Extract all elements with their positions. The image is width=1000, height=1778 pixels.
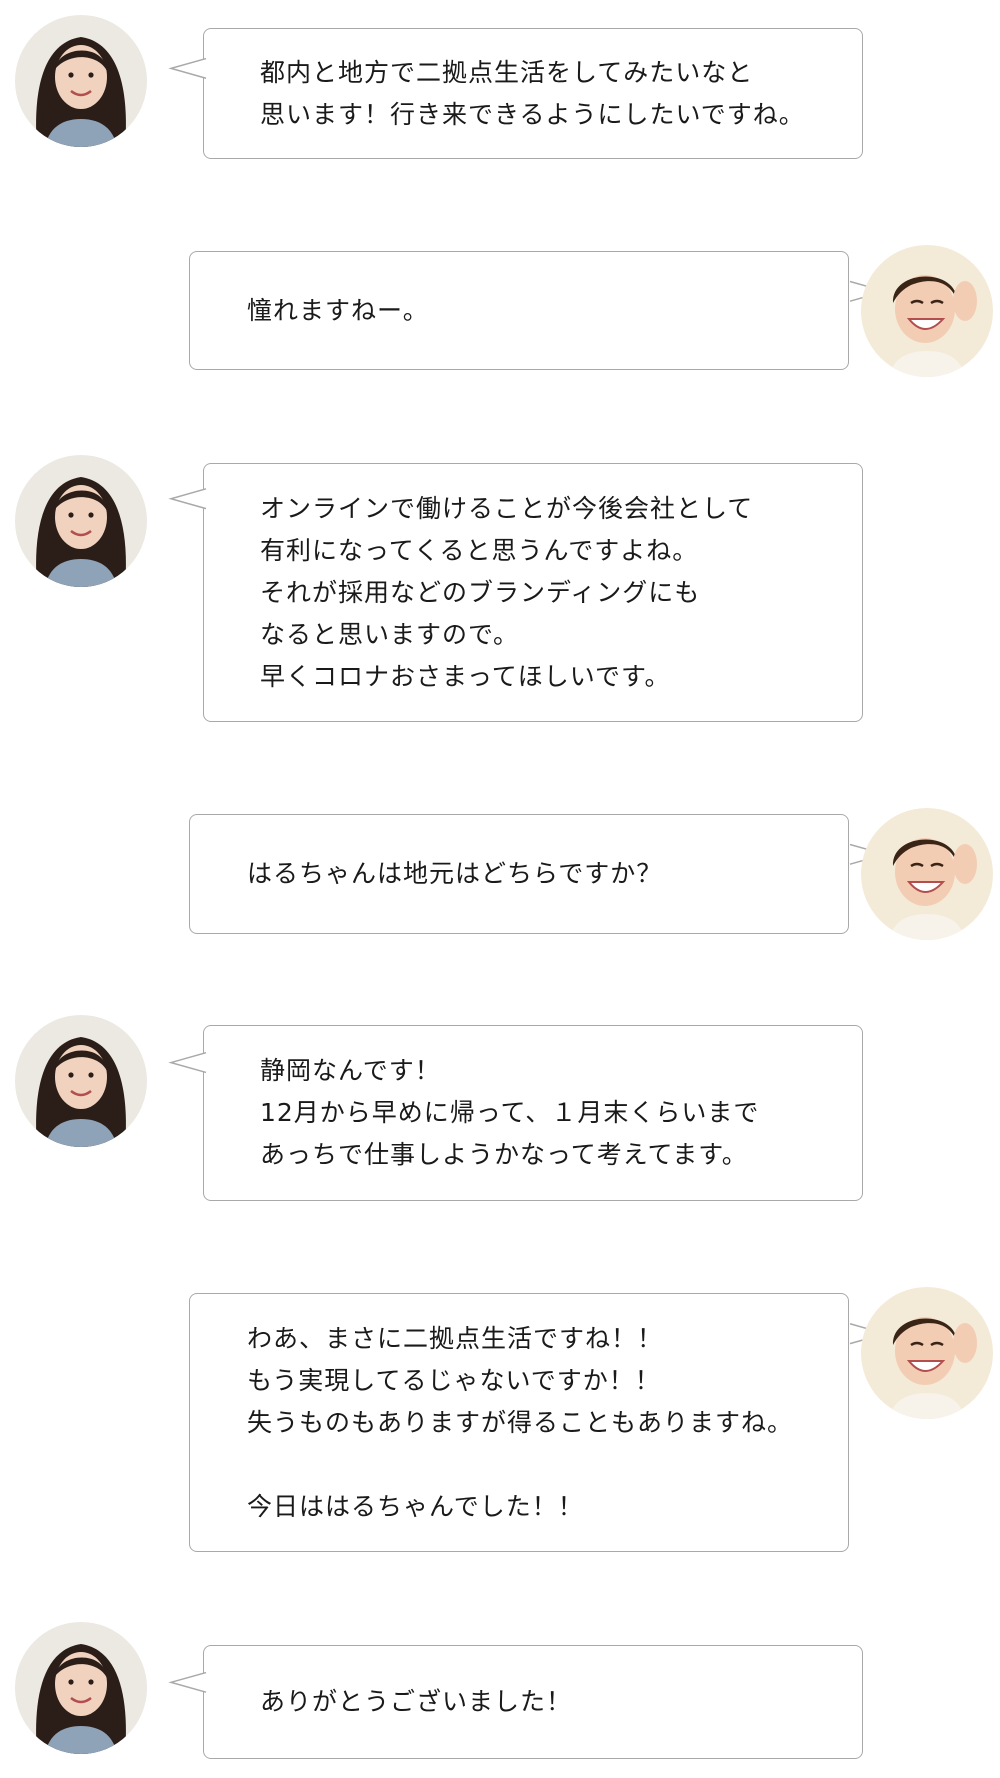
haru-avatar-2 <box>15 455 147 587</box>
avatar-woman-short-hair-icon <box>861 808 993 940</box>
message-text: はるちゃんは地元はどちらですか？ <box>247 859 663 888</box>
interviewer-avatar-2 <box>861 808 993 940</box>
interviewer-avatar-3 <box>861 1287 993 1419</box>
haru-avatar-4 <box>15 1622 147 1754</box>
avatar-woman-long-hair-icon <box>15 1622 147 1754</box>
bubble-tail <box>168 488 207 510</box>
avatar-woman-long-hair-icon <box>15 15 147 147</box>
avatar-woman-short-hair-icon <box>861 1287 993 1419</box>
message-text: オンラインで働けることが今後会社として 有利になってくると思うんですよね。 それ… <box>260 493 754 691</box>
message-text: 静岡なんです！ 12月から早めに帰って、１月末くらいまで あっちで仕事しようかな… <box>260 1056 760 1169</box>
avatar-woman-long-hair-icon <box>15 455 147 587</box>
message-text: 憧れますねー。 <box>247 295 429 325</box>
message-bubble-1: 都内と地方で二拠点生活をしてみたいなと 思います！行き来できるようにしたいですね… <box>168 28 863 159</box>
avatar-woman-long-hair-icon <box>15 1015 147 1147</box>
message-bubble-4: はるちゃんは地元はどちらですか？ <box>189 814 888 934</box>
message-bubble-5: 静岡なんです！ 12月から早めに帰って、１月末くらいまで あっちで仕事しようかな… <box>168 1025 863 1201</box>
message-bubble-7: ありがとうございました！ <box>168 1645 863 1759</box>
message-bubble-2: 憧れますねー。 <box>189 251 888 370</box>
haru-avatar-3 <box>15 1015 147 1147</box>
message-text: わあ、まさに二拠点生活ですね！！ もう実現してるじゃないですか！！ 失うものもあ… <box>247 1323 794 1521</box>
interviewer-avatar-1 <box>861 245 993 377</box>
bubble-tail <box>168 57 207 79</box>
message-text: ありがとうございました！ <box>260 1687 573 1716</box>
message-bubble-6: わあ、まさに二拠点生活ですね！！ もう実現してるじゃないですか！！ 失うものもあ… <box>189 1293 888 1552</box>
bubble-tail <box>168 1051 207 1074</box>
avatar-woman-short-hair-icon <box>861 245 993 377</box>
bubble-tail <box>168 1671 207 1693</box>
message-bubble-3: オンラインで働けることが今後会社として 有利になってくると思うんですよね。 それ… <box>168 463 863 722</box>
haru-avatar-1 <box>15 15 147 147</box>
interview-chat: 都内と地方で二拠点生活をしてみたいなと 思います！行き来できるようにしたいですね… <box>0 0 1000 1778</box>
message-text: 都内と地方で二拠点生活をしてみたいなと 思います！行き来できるようにしたいですね… <box>260 57 805 129</box>
